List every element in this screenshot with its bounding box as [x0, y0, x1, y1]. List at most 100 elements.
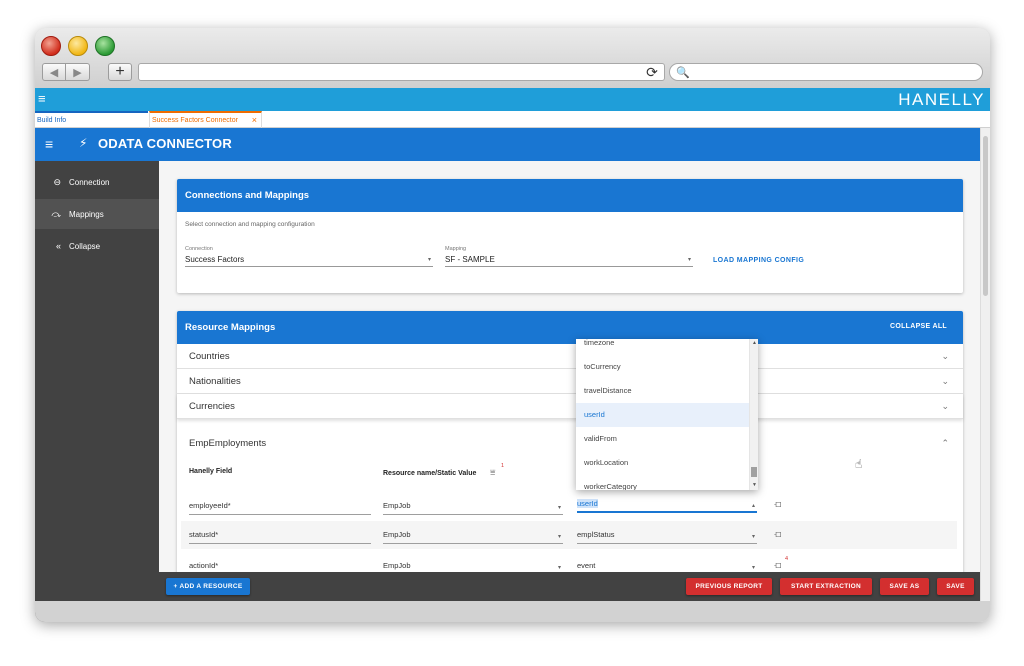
brand-logo: HANELLY [898, 90, 985, 109]
filter-count-badge: 1 [501, 463, 505, 469]
mapping-icon: ⤼ [51, 208, 61, 219]
tab-build-info[interactable]: Build Info [35, 111, 148, 128]
sidebar-item-mappings[interactable]: ⤼ Mappings [35, 199, 159, 229]
scroll-down-icon[interactable]: ▼ [752, 482, 757, 488]
chevron-down-icon: ▾ [687, 257, 691, 263]
save-as-button[interactable]: SAVE AS [880, 578, 929, 595]
close-tab-icon[interactable]: × [252, 113, 257, 128]
close-window-button[interactable] [41, 36, 61, 56]
panel-countries[interactable]: Countries ⌄ [177, 344, 963, 369]
panel-nationalities[interactable]: Nationalities ⌄ [177, 369, 963, 394]
scroll-up-icon[interactable]: ▲ [752, 340, 757, 346]
panel-title: Countries [189, 351, 230, 362]
crop-icon[interactable]: ⟤ [774, 499, 781, 510]
filter-icon[interactable]: ⩸ [490, 467, 495, 478]
value-select-statusid[interactable]: emplStatus ▾ [577, 530, 757, 544]
double-chevron-left-icon: « [55, 241, 61, 251]
chevron-down-icon: ▾ [557, 534, 561, 540]
forward-button[interactable]: ▶ [66, 63, 90, 81]
reload-icon[interactable]: ⟳ [643, 64, 661, 80]
connector-header: ≡ ⚡ ODATA CONNECTOR [35, 128, 980, 161]
dropdown-option-tocurrency[interactable]: toCurrency [576, 355, 749, 379]
plus-icon: + [115, 63, 125, 80]
back-button[interactable]: ◀ [42, 63, 66, 81]
dropdown-scrollbar[interactable]: ▲ ▼ [749, 339, 758, 490]
back-icon: ◀ [49, 66, 59, 79]
dropdown-option-userid[interactable]: userId [576, 403, 749, 427]
connections-card: Connections and Mappings Select connecti… [177, 179, 963, 293]
load-mapping-config-button[interactable]: LOAD MAPPING CONFIG [713, 257, 804, 264]
chevron-down-icon: ⌄ [941, 401, 949, 411]
new-tab-button[interactable]: + [108, 63, 132, 81]
dropdown-option-traveldistance[interactable]: travelDistance [576, 379, 749, 403]
window-bottom-strip [35, 601, 990, 622]
browser-window: ◀ ▶ + ⟳ 🔍 ≡ HANELLY Build Info Success F… [35, 28, 990, 622]
panel-title: Nationalities [189, 376, 241, 387]
resource-mappings-title: Resource Mappings [177, 311, 963, 344]
address-bar[interactable] [138, 63, 665, 81]
hanelly-field-employeeid[interactable]: employeeId* [189, 501, 371, 515]
chevron-down-icon: ▾ [751, 534, 755, 540]
start-extraction-button[interactable]: START EXTRACTION [780, 578, 872, 595]
previous-report-button[interactable]: PREVIOUS REPORT [686, 578, 772, 595]
column-header-resource-name: Resource name/Static Value [383, 470, 477, 477]
add-resource-button[interactable]: + ADD A RESOURCE [166, 578, 250, 595]
crop-icon[interactable]: ⟤ [774, 560, 781, 571]
link-icon: ⊖ [53, 176, 61, 187]
mapping-label: Mapping [445, 246, 467, 252]
dropdown-option-workercategory[interactable]: workerCategory [576, 475, 749, 490]
hamburger-menu-icon[interactable]: ≡ [45, 136, 53, 152]
tab-success-factors-connector[interactable]: Success Factors Connector × [149, 111, 262, 128]
mapping-count-badge: 4 [785, 556, 789, 562]
tab-label: Success Factors Connector [152, 117, 238, 124]
sidebar: ⊖ Connection ⤼ Mappings « Collapse [35, 161, 159, 622]
connection-select[interactable]: Success Factors ▾ [185, 255, 433, 267]
panel-title: Currencies [189, 401, 235, 412]
app-tab-bar: Build Info Success Factors Connector × [35, 111, 990, 128]
sidebar-item-label: Collapse [69, 241, 101, 251]
mapping-select[interactable]: SF - SAMPLE ▾ [445, 255, 693, 267]
resource-select-statusid[interactable]: EmpJob ▾ [383, 530, 563, 544]
zoom-window-button[interactable] [95, 36, 115, 56]
dropdown-scroll-thumb[interactable] [751, 467, 757, 477]
value-dropdown-menu: timezone toCurrency travelDistance userI… [576, 339, 758, 490]
scrollbar-thumb[interactable] [983, 136, 988, 296]
page-scrollbar[interactable] [980, 128, 990, 601]
collapse-all-button[interactable]: COLLAPSE ALL [890, 323, 947, 330]
resource-select-employeeid[interactable]: EmpJob ▾ [383, 501, 563, 515]
browser-chrome: ◀ ▶ + ⟳ 🔍 [35, 28, 990, 88]
sidebar-item-collapse[interactable]: « Collapse [35, 231, 159, 261]
connections-card-title: Connections and Mappings [177, 179, 963, 212]
panel-empemployments[interactable]: EmpEmployments ⌃ [177, 431, 963, 456]
plug-icon: ⚡ [79, 136, 88, 150]
connection-value: Success Factors [185, 255, 245, 264]
minimize-window-button[interactable] [68, 36, 88, 56]
search-icon: 🔍 [676, 67, 690, 79]
main-content: Connections and Mappings Select connecti… [159, 161, 980, 622]
connections-card-subtitle: Select connection and mapping configurat… [185, 221, 315, 228]
hanelly-field-statusid[interactable]: statusId* [189, 530, 371, 544]
sidebar-item-label: Mappings [69, 209, 104, 219]
value-select-employeeid[interactable]: userId ▴ [577, 499, 757, 513]
app-bar: ≡ HANELLY [35, 88, 990, 111]
panel-currencies[interactable]: Currencies ⌄ [177, 394, 963, 419]
app-menu-icon[interactable]: ≡ [38, 92, 46, 106]
dropdown-option-timezone[interactable]: timezone [576, 339, 749, 355]
browser-search-field[interactable]: 🔍 [669, 63, 983, 81]
chevron-down-icon: ⌄ [941, 376, 949, 386]
tab-label: Build Info [37, 117, 67, 124]
crop-icon[interactable]: ⟤ [774, 529, 781, 540]
panel-title: EmpEmployments [189, 438, 267, 449]
hand-cursor-icon: ☝ [855, 457, 863, 471]
save-button[interactable]: SAVE [937, 578, 974, 595]
dropdown-option-validfrom[interactable]: validFrom [576, 427, 749, 451]
connection-label: Connection [185, 246, 213, 252]
chevron-up-icon: ⌃ [941, 438, 949, 448]
chevron-down-icon: ⌄ [941, 351, 949, 361]
forward-icon: ▶ [73, 66, 82, 79]
chevron-down-icon: ▾ [557, 505, 561, 511]
sidebar-item-connection[interactable]: ⊖ Connection [35, 167, 159, 197]
dropdown-option-worklocation[interactable]: workLocation [576, 451, 749, 475]
chevron-down-icon: ▾ [427, 257, 431, 263]
action-footer: + ADD A RESOURCE PREVIOUS REPORT START E… [159, 572, 980, 601]
